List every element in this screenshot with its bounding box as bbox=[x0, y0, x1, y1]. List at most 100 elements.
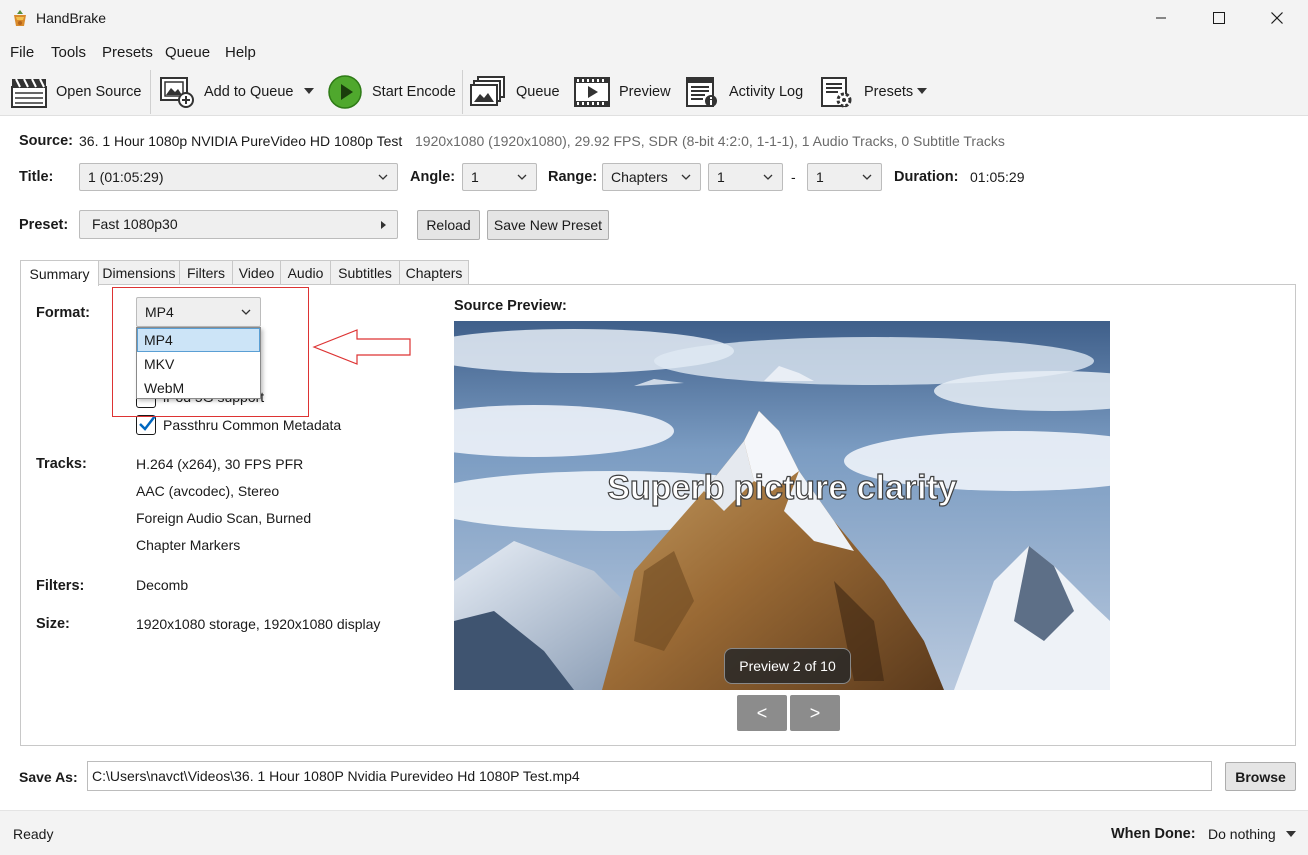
range-type-select[interactable]: Chapters bbox=[602, 163, 701, 191]
save-as-path-input[interactable]: C:\Users\navct\Videos\36. 1 Hour 1080P N… bbox=[87, 761, 1212, 791]
presets-dropdown-caret[interactable] bbox=[917, 88, 927, 94]
title-bar: HandBrake bbox=[0, 0, 1308, 38]
maximize-icon bbox=[1213, 12, 1225, 24]
range-end-select[interactable]: 1 bbox=[807, 163, 882, 191]
maximize-button[interactable] bbox=[1190, 0, 1248, 36]
source-preview-image: Superb picture clarity bbox=[454, 321, 1110, 690]
angle-select[interactable]: 1 bbox=[462, 163, 537, 191]
format-option-webm[interactable]: WebM bbox=[137, 376, 260, 400]
chevron-right-icon bbox=[381, 221, 386, 229]
range-label: Range: bbox=[548, 169, 598, 185]
preset-select[interactable]: Fast 1080p30 bbox=[79, 210, 398, 239]
presets-label: Presets bbox=[864, 84, 914, 100]
track-item: Chapter Markers bbox=[136, 537, 241, 553]
presets-button[interactable]: Presets bbox=[818, 74, 913, 110]
menu-help[interactable]: Help bbox=[225, 44, 256, 61]
queue-label: Queue bbox=[516, 84, 560, 100]
status-bar: Ready When Done: Do nothing bbox=[0, 810, 1308, 855]
save-new-preset-button[interactable]: Save New Preset bbox=[487, 210, 609, 240]
preview-label: Preview bbox=[619, 84, 671, 100]
presets-gear-icon bbox=[818, 75, 856, 109]
add-to-queue-label: Add to Queue bbox=[204, 84, 294, 100]
passthru-metadata-checkbox[interactable] bbox=[136, 415, 156, 435]
angle-select-value: 1 bbox=[471, 169, 479, 185]
tab-summary[interactable]: Summary bbox=[20, 260, 99, 286]
range-separator: - bbox=[791, 169, 796, 185]
chevron-down-icon bbox=[862, 174, 872, 180]
menu-bar: File Tools Presets Queue Help bbox=[0, 38, 1308, 68]
minimize-button[interactable] bbox=[1132, 0, 1190, 36]
preset-label: Preset: bbox=[19, 217, 69, 233]
queue-button[interactable]: Queue bbox=[470, 74, 560, 110]
activity-log-icon bbox=[683, 75, 721, 109]
format-select-value: MP4 bbox=[145, 304, 174, 320]
window-title: HandBrake bbox=[36, 10, 107, 26]
format-label: Format: bbox=[36, 305, 90, 321]
range-end-value: 1 bbox=[816, 169, 824, 185]
film-play-icon bbox=[573, 75, 611, 109]
filters-value: Decomb bbox=[136, 577, 189, 593]
activity-log-label: Activity Log bbox=[729, 84, 804, 100]
title-label: Title: bbox=[19, 169, 54, 185]
start-encode-label: Start Encode bbox=[372, 84, 456, 100]
tab-chapters[interactable]: Chapters bbox=[399, 260, 469, 285]
browse-button[interactable]: Browse bbox=[1225, 762, 1296, 791]
range-start-value: 1 bbox=[717, 169, 725, 185]
format-option-mkv[interactable]: MKV bbox=[137, 352, 260, 376]
reload-button[interactable]: Reload bbox=[417, 210, 480, 240]
format-select[interactable]: MP4 bbox=[136, 297, 261, 327]
tab-dimensions[interactable]: Dimensions bbox=[98, 260, 180, 285]
menu-queue[interactable]: Queue bbox=[165, 44, 210, 61]
add-to-queue-button[interactable]: Add to Queue bbox=[158, 74, 294, 110]
tab-subtitles[interactable]: Subtitles bbox=[330, 260, 400, 285]
preview-button[interactable]: Preview bbox=[573, 74, 671, 110]
title-select[interactable]: 1 (01:05:29) bbox=[79, 163, 398, 191]
chevron-down-icon bbox=[681, 174, 691, 180]
range-start-select[interactable]: 1 bbox=[708, 163, 783, 191]
source-preview-label: Source Preview: bbox=[454, 298, 567, 314]
chevron-down-icon bbox=[517, 174, 527, 180]
when-done-dropdown-caret[interactable] bbox=[1286, 831, 1296, 837]
range-type-value: Chapters bbox=[611, 169, 668, 185]
when-done-select[interactable]: Do nothing bbox=[1208, 826, 1276, 842]
menu-tools[interactable]: Tools bbox=[51, 44, 86, 61]
start-encode-button[interactable]: Start Encode bbox=[326, 74, 456, 110]
tab-video[interactable]: Video bbox=[232, 260, 281, 285]
preview-index-badge: Preview 2 of 10 bbox=[724, 648, 851, 684]
menu-file[interactable]: File bbox=[10, 44, 34, 61]
add-image-icon bbox=[158, 75, 196, 109]
angle-label: Angle: bbox=[410, 169, 456, 185]
track-item: Foreign Audio Scan, Burned bbox=[136, 510, 312, 526]
preset-select-value: Fast 1080p30 bbox=[92, 216, 178, 232]
activity-log-button[interactable]: Activity Log bbox=[683, 74, 803, 110]
clapperboard-icon bbox=[10, 75, 48, 109]
toolbar: Open Source Add to Queue Start Encode Qu… bbox=[0, 68, 1308, 116]
source-name: 36. 1 Hour 1080p NVIDIA PureVideo HD 108… bbox=[79, 133, 403, 149]
chevron-down-icon bbox=[241, 309, 251, 315]
close-button[interactable] bbox=[1248, 0, 1306, 36]
queue-images-icon bbox=[470, 75, 508, 109]
save-as-label: Save As: bbox=[19, 769, 78, 785]
passthru-metadata-label: Passthru Common Metadata bbox=[163, 417, 342, 433]
track-item: H.264 (x264), 30 FPS PFR bbox=[136, 456, 304, 472]
source-info: 1920x1080 (1920x1080), 29.92 FPS, SDR (8… bbox=[415, 133, 1005, 149]
minimize-icon bbox=[1156, 17, 1166, 19]
format-dropdown-list: MP4 MKV WebM bbox=[136, 327, 261, 399]
toolbar-separator bbox=[462, 70, 463, 114]
open-source-label: Open Source bbox=[56, 84, 142, 100]
menu-presets[interactable]: Presets bbox=[102, 44, 153, 61]
size-label: Size: bbox=[36, 616, 70, 632]
handbrake-app-icon bbox=[14, 10, 26, 26]
open-source-button[interactable]: Open Source bbox=[10, 74, 141, 110]
duration-value: 01:05:29 bbox=[970, 169, 1025, 185]
source-label: Source: bbox=[19, 133, 73, 149]
format-option-mp4[interactable]: MP4 bbox=[137, 328, 260, 352]
size-value: 1920x1080 storage, 1920x1080 display bbox=[136, 616, 381, 632]
tab-audio[interactable]: Audio bbox=[280, 260, 331, 285]
add-to-queue-dropdown-caret[interactable] bbox=[304, 88, 314, 94]
toolbar-separator bbox=[150, 70, 151, 114]
preview-prev-button[interactable]: < bbox=[737, 695, 787, 731]
tab-filters[interactable]: Filters bbox=[179, 260, 233, 285]
annotation-arrow-icon bbox=[312, 329, 411, 365]
preview-next-button[interactable]: > bbox=[790, 695, 840, 731]
